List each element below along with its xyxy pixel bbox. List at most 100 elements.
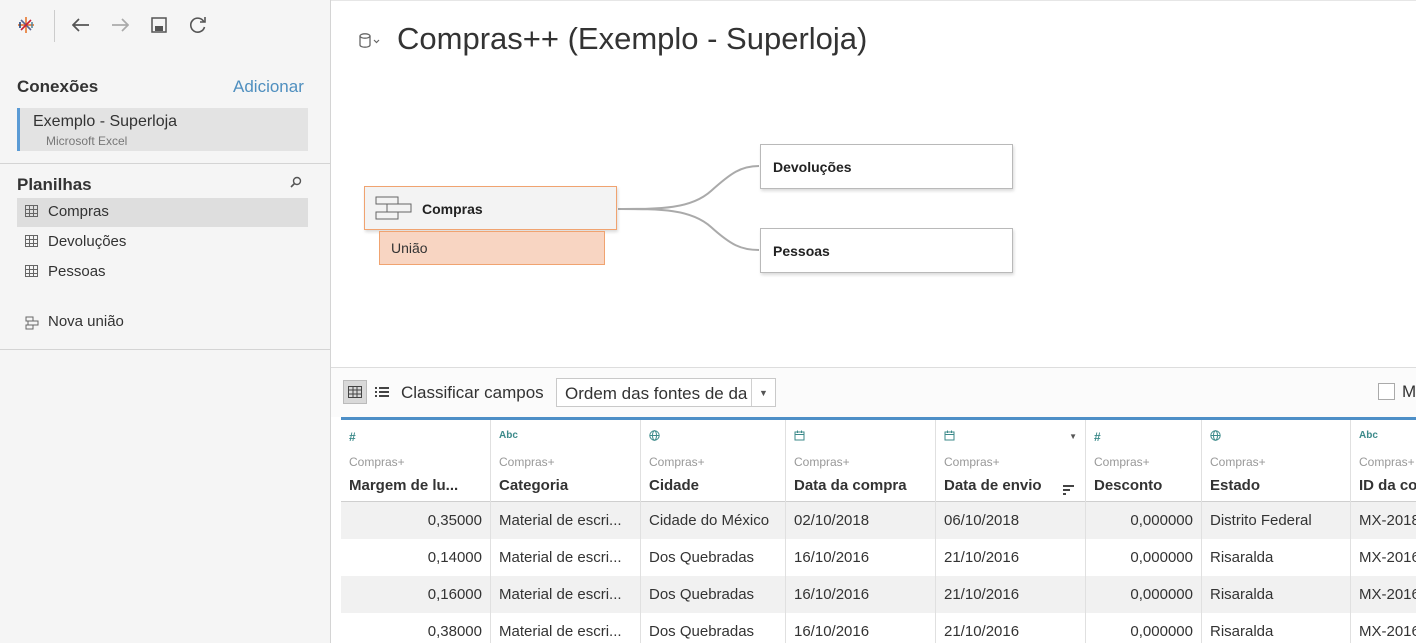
grid-column: # Compras+ Margem de lu... 0,35000 0,14000 0,… bbox=[341, 420, 491, 643]
column-name: ID da co bbox=[1359, 477, 1416, 494]
column-header[interactable]: Compras+ Data da compra bbox=[786, 420, 935, 502]
table-box-pessoas[interactable]: Pessoas bbox=[760, 228, 1013, 273]
table-icon bbox=[25, 235, 38, 247]
table-cell: 21/10/2016 bbox=[944, 586, 1020, 603]
table-box-compras[interactable]: Compras bbox=[364, 186, 617, 230]
column-header[interactable]: Abc Compras+ ID da co bbox=[1351, 420, 1416, 502]
sort-select-value: Ordem das fontes de dados bbox=[565, 384, 748, 403]
grid-column: Abc Compras+ ID da co MX-2018 MX-2016 MX-2016… bbox=[1351, 420, 1416, 643]
left-panel: Conexões Adicionar Exemplo - Superloja M… bbox=[0, 0, 331, 643]
table-cell: 0,000000 bbox=[1130, 586, 1193, 603]
globe-type-icon[interactable] bbox=[1210, 430, 1221, 444]
table-cell: 0,16000 bbox=[427, 586, 482, 603]
sort-fields-label: Classificar campos bbox=[401, 383, 544, 402]
table-cell: 0,35000 bbox=[427, 512, 482, 529]
sheet-item-devolucoes[interactable]: Devoluções bbox=[17, 228, 308, 257]
column-header[interactable]: Compras+ Cidade bbox=[641, 420, 785, 502]
table-cell: 0,000000 bbox=[1130, 623, 1193, 640]
grid-view-button[interactable] bbox=[343, 380, 367, 404]
connection-item[interactable]: Exemplo - Superloja Microsoft Excel bbox=[17, 108, 308, 151]
column-source: Compras+ bbox=[1359, 455, 1415, 469]
column-name: Data da compra bbox=[794, 477, 907, 494]
sheet-item-label: Pessoas bbox=[48, 263, 106, 280]
toolbar-checkbox[interactable] bbox=[1378, 383, 1395, 400]
calendar-type-icon[interactable] bbox=[944, 430, 955, 444]
column-source: Compras+ bbox=[649, 455, 705, 469]
chevron-down-icon: ▼ bbox=[751, 379, 775, 406]
sheet-item-compras[interactable]: Compras bbox=[17, 198, 308, 227]
table-cell: Material de escri... bbox=[499, 549, 622, 566]
chevron-down-icon[interactable]: ▼ bbox=[1069, 432, 1077, 441]
union-icon bbox=[375, 196, 413, 225]
table-cell: Risaralda bbox=[1210, 549, 1274, 566]
sheet-item-pessoas[interactable]: Pessoas bbox=[17, 258, 308, 287]
column-header[interactable]: Compras+ Estado bbox=[1202, 420, 1350, 502]
new-union-item[interactable]: Nova união bbox=[17, 309, 308, 338]
string-type-icon[interactable]: Abc bbox=[1359, 430, 1378, 441]
list-view-button[interactable] bbox=[370, 380, 394, 404]
table-cell: 16/10/2016 bbox=[794, 586, 870, 603]
number-type-icon[interactable]: # bbox=[1094, 430, 1101, 444]
union-label: União bbox=[391, 240, 428, 256]
table-cell: 0,000000 bbox=[1130, 512, 1193, 529]
table-cell: 21/10/2016 bbox=[944, 623, 1020, 640]
column-header[interactable]: Abc Compras+ Categoria bbox=[491, 420, 640, 502]
column-source: Compras+ bbox=[499, 455, 555, 469]
table-name: Devoluções bbox=[773, 159, 852, 175]
column-source: Compras+ bbox=[1210, 455, 1266, 469]
toolbar-checkbox-label: M bbox=[1402, 382, 1416, 401]
column-header[interactable]: # Compras+ Margem de lu... bbox=[341, 420, 490, 502]
number-type-icon[interactable]: # bbox=[349, 430, 356, 444]
search-icon[interactable] bbox=[290, 176, 302, 191]
add-connection-link[interactable]: Adicionar bbox=[233, 77, 304, 97]
table-name: Pessoas bbox=[773, 243, 830, 259]
calendar-type-icon[interactable] bbox=[794, 430, 805, 444]
table-cell: Risaralda bbox=[1210, 586, 1274, 603]
table-box-devolucoes[interactable]: Devoluções bbox=[760, 144, 1013, 189]
new-union-label: Nova união bbox=[48, 313, 124, 330]
main-area: Compras++ (Exemplo - Superloja) Compras … bbox=[331, 0, 1416, 643]
table-cell: MX-2018 bbox=[1359, 512, 1416, 529]
table-name: Compras bbox=[422, 201, 483, 217]
table-cell: Dos Quebradas bbox=[649, 549, 755, 566]
table-cell: 02/10/2018 bbox=[794, 512, 870, 529]
union-icon bbox=[25, 316, 39, 330]
sort-icon[interactable] bbox=[1063, 482, 1074, 500]
table-cell: 16/10/2016 bbox=[794, 549, 870, 566]
table-cell: MX-2016 bbox=[1359, 549, 1416, 566]
table-icon bbox=[25, 265, 38, 277]
refresh-icon[interactable] bbox=[187, 14, 209, 36]
column-name: Desconto bbox=[1094, 477, 1163, 494]
table-cell: 0,38000 bbox=[427, 623, 482, 640]
grid-column: Abc Compras+ Categoria Material de escri...… bbox=[491, 420, 641, 643]
column-header[interactable]: Compras+ Data de envio ▼ bbox=[936, 420, 1085, 502]
sheets-title: Planilhas bbox=[17, 175, 92, 194]
table-cell: MX-2016 bbox=[1359, 623, 1416, 640]
top-toolbar bbox=[0, 0, 330, 50]
column-header[interactable]: # Compras+ Desconto bbox=[1086, 420, 1201, 502]
sheet-item-label: Compras bbox=[48, 203, 109, 220]
grid-column: Compras+ Estado Distrito Federal Risaralda R… bbox=[1202, 420, 1351, 643]
column-source: Compras+ bbox=[1094, 455, 1150, 469]
connection-name: Exemplo - Superloja bbox=[33, 113, 178, 130]
connection-type: Microsoft Excel bbox=[46, 134, 128, 148]
table-cell: 0,14000 bbox=[427, 549, 482, 566]
table-cell: Dos Quebradas bbox=[649, 586, 755, 603]
table-cell: Material de escri... bbox=[499, 623, 622, 640]
table-cell: Material de escri... bbox=[499, 586, 622, 603]
table-cell: Dos Quebradas bbox=[649, 623, 755, 640]
string-type-icon[interactable]: Abc bbox=[499, 430, 518, 441]
back-arrow-icon[interactable] bbox=[70, 14, 92, 36]
column-name: Categoria bbox=[499, 477, 569, 494]
tableau-logo-icon[interactable] bbox=[15, 14, 37, 36]
forward-arrow-icon[interactable] bbox=[109, 14, 131, 36]
union-box[interactable]: União bbox=[379, 231, 605, 265]
divider bbox=[0, 349, 330, 350]
sort-fields-select[interactable]: Ordem das fontes de dados ▼ bbox=[556, 378, 776, 407]
column-name: Cidade bbox=[649, 477, 700, 494]
table-cell: Cidade do México bbox=[649, 512, 770, 529]
globe-type-icon[interactable] bbox=[649, 430, 660, 444]
toolbar-separator bbox=[54, 10, 55, 42]
save-icon[interactable] bbox=[148, 14, 170, 36]
column-name: Margem de lu... bbox=[349, 477, 459, 494]
